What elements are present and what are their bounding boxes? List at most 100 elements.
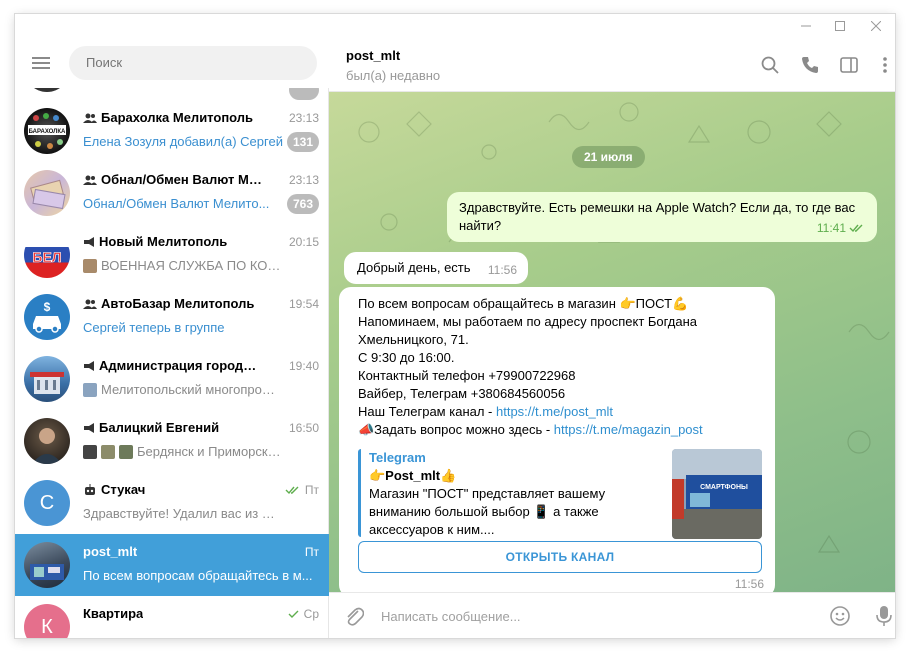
group-icon bbox=[83, 299, 97, 309]
chat-name: Новый Мелитополь bbox=[99, 234, 228, 249]
chat-item-stukach[interactable]: С Стукач Пт Здравствуйте! Удалил вас из … bbox=[15, 472, 329, 534]
preview-title: 👉Post_mlt👍 bbox=[369, 468, 457, 483]
minimize-button[interactable] bbox=[791, 14, 821, 38]
channel-link[interactable]: https://t.me/post_mlt bbox=[496, 404, 613, 419]
preview-description: Магазин "ПОСТ" представляет вашему bbox=[369, 486, 606, 501]
check-icon bbox=[288, 610, 299, 618]
channel-icon bbox=[84, 236, 94, 247]
city-logo-icon: БЕЛ bbox=[32, 249, 62, 266]
chat-preview: Здравствуйте! Удалил вас из ЧС. bbox=[83, 506, 283, 521]
phone-icon bbox=[802, 57, 818, 73]
unread-badge bbox=[289, 88, 319, 100]
peer-name[interactable]: post_mlt bbox=[346, 48, 400, 63]
message-time: 11:41 bbox=[816, 221, 846, 235]
avatar: К bbox=[24, 604, 70, 638]
avatar bbox=[24, 170, 70, 216]
chat-name: post_mlt bbox=[83, 544, 138, 559]
media-thumbnail bbox=[83, 258, 97, 273]
voice-message-button[interactable] bbox=[872, 604, 895, 628]
avatar: С bbox=[24, 480, 70, 526]
unread-badge: 131 bbox=[286, 132, 319, 152]
paperclip-icon bbox=[347, 607, 364, 626]
message-text: С 9:30 до 16:00. bbox=[358, 350, 455, 365]
avatar bbox=[24, 418, 70, 464]
chat-preview: Сергей теперь в группе bbox=[83, 320, 225, 335]
avatar: $ bbox=[24, 294, 70, 340]
telegram-window: БАРАХОЛКА Барахолка Мелитополь 23:13 Еле… bbox=[15, 14, 895, 638]
close-icon bbox=[871, 21, 881, 31]
open-channel-button[interactable]: ОТКРЫТЬ КАНАЛ bbox=[358, 541, 762, 573]
message-input[interactable] bbox=[381, 604, 781, 628]
preview-image[interactable]: СМАРТФОНЫ bbox=[672, 449, 762, 539]
message-text: 📣Задать вопрос можно здесь - bbox=[358, 422, 554, 437]
question-link[interactable]: https://t.me/magazin_post bbox=[554, 422, 703, 437]
chat-preview: Обнал/Обмен Валют Мелито... bbox=[83, 196, 270, 211]
message-text: Напоминаем, мы работаем по адресу проспе… bbox=[358, 314, 698, 329]
chat-time: 23:13 bbox=[288, 173, 319, 187]
chat-item-novyi-melitopol[interactable]: БЕЛ Новый Мелитополь 20:15 ВОЕННАЯ СЛУЖБ… bbox=[15, 224, 329, 286]
chat-item-baraholka[interactable]: БАРАХОЛКА Барахолка Мелитополь 23:13 Еле… bbox=[15, 100, 329, 162]
chat-item-post-mlt[interactable]: post_mlt Пт По всем вопросам обращайтесь… bbox=[15, 534, 329, 596]
chat-name: Балицкий Евгений bbox=[99, 420, 220, 435]
chat-time: Ср bbox=[303, 607, 319, 621]
baraholka-logo-icon: БАРАХОЛКА bbox=[28, 113, 66, 149]
message-text: Хмельницкого, 71. bbox=[358, 332, 469, 347]
chat-list[interactable]: БАРАХОЛКА Барахолка Мелитополь 23:13 Еле… bbox=[15, 88, 329, 638]
emoji-icon bbox=[830, 606, 850, 626]
sidebar-panel-icon bbox=[840, 57, 858, 73]
search-button[interactable] bbox=[759, 54, 781, 76]
minimize-icon bbox=[801, 25, 811, 27]
search-input[interactable] bbox=[69, 46, 317, 80]
chat-preview: Бердянск и Приморск Запо... bbox=[137, 444, 283, 459]
message-list[interactable]: 21 июля Здравствуйте. Есть ремешки на Ap… bbox=[329, 92, 895, 592]
chat-time: 20:15 bbox=[288, 235, 319, 249]
outgoing-message[interactable]: Здравствуйте. Есть ремешки на Apple Watc… bbox=[447, 192, 877, 242]
sidebar-header bbox=[15, 38, 329, 88]
menu-button[interactable] bbox=[30, 52, 52, 74]
sidebar-toggle-button[interactable] bbox=[838, 54, 860, 76]
link-preview[interactable]: Telegram 👉Post_mlt👍 Магазин "ПОСТ" предс… bbox=[358, 449, 762, 539]
avatar bbox=[24, 542, 70, 588]
message-time: 11:56 bbox=[734, 577, 764, 591]
building-icon bbox=[30, 372, 64, 394]
chat-name: Квартира bbox=[83, 606, 144, 621]
store-photo-icon: СМАРТФОНЫ bbox=[672, 449, 762, 539]
chat-time: 16:50 bbox=[288, 421, 319, 435]
chat-item-avtobazar[interactable]: $ АвтоБазар Мелитополь 19:54 Сергей тепе… bbox=[15, 286, 329, 348]
title-bar bbox=[15, 14, 895, 38]
message-time: 11:56 bbox=[487, 263, 517, 277]
chat-item-balitskiy[interactable]: Балицкий Евгений 16:50 Бердянск и Примор… bbox=[15, 410, 329, 472]
chat-preview: Елена Зозуля добавил(а) Сергей bbox=[83, 134, 283, 149]
chat-item-administration[interactable]: Администрация города ... 19:40 Мелитопол… bbox=[15, 348, 329, 410]
chat-time: 23:13 bbox=[288, 111, 319, 125]
avatar bbox=[24, 356, 70, 402]
svg-text:$: $ bbox=[44, 300, 51, 314]
chat-item-kvartira[interactable]: К Квартира Ср bbox=[15, 596, 329, 638]
chat-name: Стукач bbox=[101, 482, 146, 497]
attach-button[interactable] bbox=[342, 604, 366, 628]
person-photo-icon bbox=[32, 428, 62, 464]
incoming-message[interactable]: По всем вопросам обращайтесь в магазин 👉… bbox=[339, 287, 775, 592]
chat-time: 19:54 bbox=[288, 297, 319, 311]
incoming-message[interactable]: Добрый день, есть 11:56 bbox=[344, 252, 528, 284]
call-button[interactable] bbox=[799, 54, 821, 76]
chat-name: Администрация города ... bbox=[99, 358, 263, 373]
chat-item-obnal[interactable]: Обнал/Обмен Валют Мел... 23:13 Обнал/Обм… bbox=[15, 162, 329, 224]
close-button[interactable] bbox=[861, 14, 891, 38]
emoji-button[interactable] bbox=[828, 604, 852, 628]
message-text: Добрый день, есть bbox=[357, 260, 471, 275]
peer-status: был(а) недавно bbox=[346, 68, 441, 83]
search-icon bbox=[761, 56, 779, 74]
chat-preview: ВОЕННАЯ СЛУЖБА ПО КОНТРАК... bbox=[101, 258, 283, 273]
channel-icon bbox=[84, 422, 94, 433]
preview-image-caption: СМАРТФОНЫ bbox=[700, 484, 748, 491]
maximize-button[interactable] bbox=[825, 14, 855, 38]
chat-header[interactable]: post_mlt был(а) недавно bbox=[329, 38, 895, 92]
chat-item-partial[interactable] bbox=[15, 88, 329, 100]
double-check-icon bbox=[285, 486, 299, 495]
message-text: Наш Телеграм канал - bbox=[358, 404, 496, 419]
avatar bbox=[24, 88, 70, 92]
more-options-button[interactable] bbox=[874, 54, 895, 76]
double-check-icon bbox=[849, 224, 863, 233]
unread-badge: 763 bbox=[286, 194, 319, 214]
